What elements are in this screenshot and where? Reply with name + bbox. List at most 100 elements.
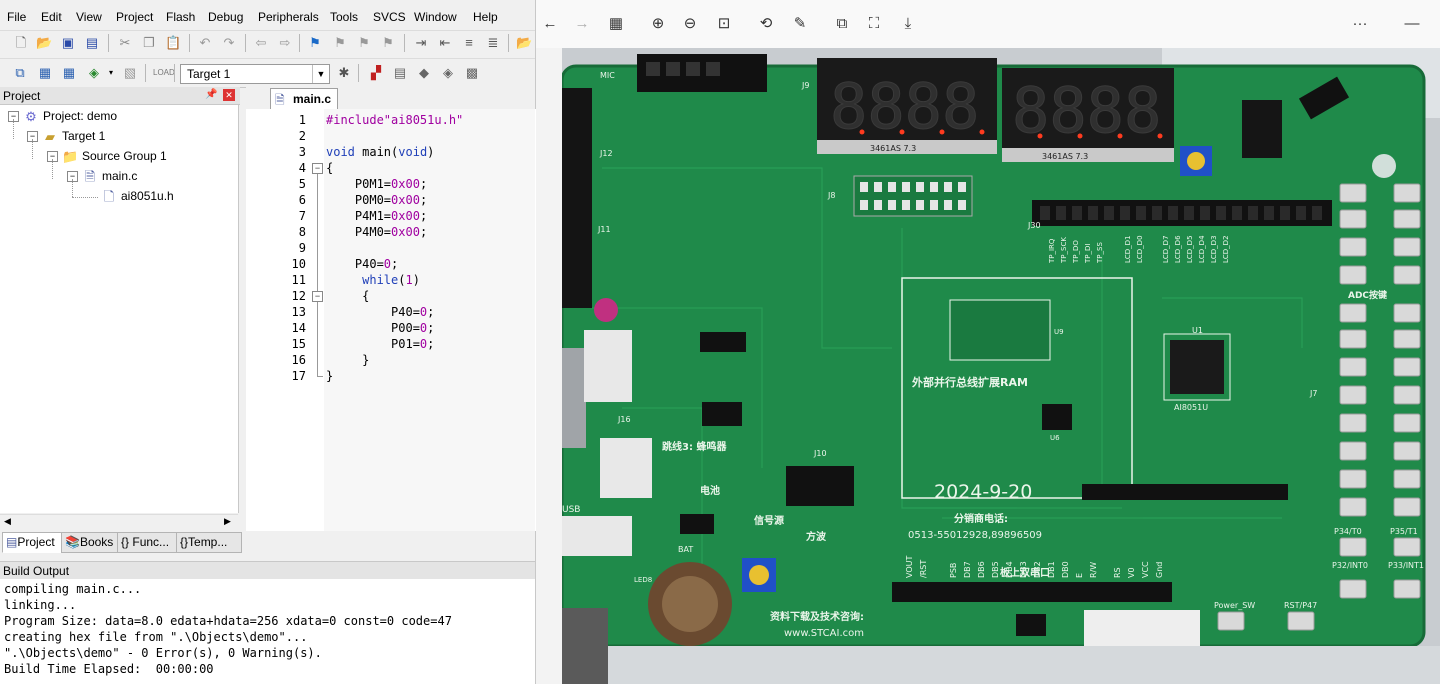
svg-text:8888: 8888 [830,70,979,143]
uncomment-icon[interactable]: ≣ [485,35,501,51]
rebuild-icon[interactable]: ▦ [61,65,77,81]
tab-templates[interactable]: {}Temp... [176,532,242,553]
project-pane-tabs: ▤Project 📚Books {} Func... {}Temp... [0,532,242,553]
target-options-icon[interactable]: ✱ [336,65,352,81]
new-file-icon[interactable]: 🗋 [13,35,29,51]
editor-horizontal-scrollbar[interactable] [246,531,535,553]
grid-view-icon[interactable]: ▦ [606,14,626,34]
scroll-left-icon[interactable]: ◀ [4,516,11,527]
pcb-illustration: 8888 8888 3461AS 7.3 3461AS 7.3 TP_IRQ T… [562,48,1440,684]
tab-main-c[interactable]: 🗎 main.c [270,88,338,109]
copy-icon[interactable]: ❐ [141,35,157,51]
tab-functions[interactable]: {} Func... [117,532,181,553]
svg-text:资料下载及技术咨询:: 资料下载及技术咨询: [770,610,864,623]
fold-collapse-icon[interactable]: − [312,291,323,302]
project-horizontal-scrollbar[interactable]: ◀ ▶ [0,514,238,530]
bookmark-icon[interactable]: ⚑ [307,35,323,51]
indent-icon[interactable]: ⇥ [413,35,429,51]
manage-runtime-icon[interactable]: ▤ [392,65,408,81]
fit-screen-icon[interactable]: ⛶ [864,14,884,34]
pack-installer-icon[interactable]: ◈ [440,65,456,81]
svg-text:方波: 方波 [806,530,827,543]
menu-file[interactable]: File [7,10,26,24]
svg-text:DB7: DB7 [963,561,972,578]
menu-svcs[interactable]: SVCS [373,10,406,24]
actual-size-icon[interactable]: ⊡ [714,14,734,34]
minimize-icon[interactable]: — [1402,14,1422,34]
menu-debug[interactable]: Debug [208,10,243,24]
menu-help[interactable]: Help [473,10,498,24]
save-download-icon[interactable]: ⤓ [898,14,918,34]
cut-icon[interactable]: ✂ [117,35,133,51]
multi-project-icon[interactable]: ▩ [464,65,480,81]
save-all-icon[interactable]: ▤ [84,35,100,51]
menu-project[interactable]: Project [116,10,153,24]
fold-collapse-icon[interactable]: − [312,163,323,174]
bookmark-clear-icon[interactable]: ⚑ [380,35,396,51]
tree-target[interactable]: − ▰ Target 1 [27,127,105,145]
svg-text:R/W: R/W [1089,562,1098,578]
bookmark-prev-icon[interactable]: ⚑ [332,35,348,51]
translate-icon[interactable]: ⧉ [12,65,28,81]
back-arrow-icon[interactable]: ← [540,14,560,34]
comment-icon[interactable]: ≡ [461,35,477,51]
svg-text:DB5: DB5 [991,561,1000,578]
seg-label-right: 3461AS 7.3 [1042,152,1088,161]
target-select[interactable]: Target 1 ▼ [180,64,330,84]
code-line-include: #include"ai8051u.h" [326,113,464,127]
zoom-out-icon[interactable]: ⊖ [680,14,700,34]
svg-text:P33/INT1: P33/INT1 [1388,561,1424,570]
bookmark-next-icon[interactable]: ⚑ [356,35,372,51]
batch-build-icon[interactable]: ◈ [86,65,102,81]
scroll-right-icon[interactable]: ▶ [224,516,231,527]
svg-text:信号源: 信号源 [754,514,784,527]
redo-icon[interactable]: ↷ [221,35,237,51]
svg-text:BAT: BAT [678,545,693,554]
svg-text:RST/P47: RST/P47 [1284,601,1317,610]
menu-peripherals[interactable]: Peripherals [258,10,319,24]
build-icon[interactable]: ▦ [37,65,53,81]
menu-flash[interactable]: Flash [166,10,195,24]
save-icon[interactable]: ▣ [60,35,76,51]
pin-icon[interactable]: 📌 [205,89,217,100]
svg-text:DB0: DB0 [1061,561,1070,578]
tree-file-main-c[interactable]: − 🗎 main.c [67,167,137,185]
nav-forward-icon[interactable]: ⇨ [277,35,293,51]
select-pack-icon[interactable]: ◆ [416,65,432,81]
chevron-down-icon[interactable]: ▾ [103,65,119,81]
svg-text:J10: J10 [813,449,827,458]
tree-project-root[interactable]: − ⚙ Project: demo [8,107,117,125]
copy-image-icon[interactable]: ⧉ [832,14,852,34]
code-line-p4m1: P4M1=0x00; [326,209,428,223]
forward-arrow-icon[interactable]: → [572,14,592,34]
toolbar-standard: 🗋 📂 ▣ ▤ ✂ ❐ 📋 ↶ ↷ ⇦ ⇨ ⚑ ⚑ ⚑ ⚑ ⇥ ⇤ ≡ ≣ 📂 [0,30,535,57]
menu-tools[interactable]: Tools [330,10,358,24]
build-output-log[interactable]: compiling main.c... linking... Program S… [0,579,535,684]
menu-view[interactable]: View [76,10,102,24]
tree-source-group[interactable]: − 📁 Source Group 1 [47,147,167,165]
close-icon[interactable]: ✕ [223,89,235,101]
undo-icon[interactable]: ↶ [197,35,213,51]
unindent-icon[interactable]: ⇤ [437,35,453,51]
stop-build-icon[interactable]: ▧ [122,65,138,81]
nav-back-icon[interactable]: ⇦ [253,35,269,51]
tab-project[interactable]: ▤Project [2,532,66,553]
more-options-icon[interactable]: ··· [1350,14,1370,34]
chevron-down-icon[interactable]: ▼ [312,65,329,83]
menu-window[interactable]: Window [414,10,457,24]
image-viewer-toolbar: ← → ▦ ⊕ ⊖ ⊡ ⟲ ✎ ⧉ ⛶ ⤓ ··· — [536,0,1440,48]
svg-text:VOUT: VOUT [905,556,914,578]
edit-icon[interactable]: ✎ [790,14,810,34]
open-folder-icon[interactable]: 📂 [36,35,52,51]
find-in-files-icon[interactable]: 📂 [516,35,532,51]
svg-text:J16: J16 [617,415,631,424]
zoom-in-icon[interactable]: ⊕ [648,14,668,34]
tree-file-header[interactable]: 🗋 ai8051u.h [101,187,174,205]
rotate-icon[interactable]: ⟲ [756,14,776,34]
paste-icon[interactable]: 📋 [165,35,181,51]
menu-edit[interactable]: Edit [41,10,62,24]
manage-components-icon[interactable]: ▞ [368,65,384,81]
tab-books[interactable]: 📚Books [61,532,121,553]
svg-text:LCD_D1: LCD_D1 [1124,235,1132,263]
load-download-icon[interactable]: LOAD [153,65,175,81]
